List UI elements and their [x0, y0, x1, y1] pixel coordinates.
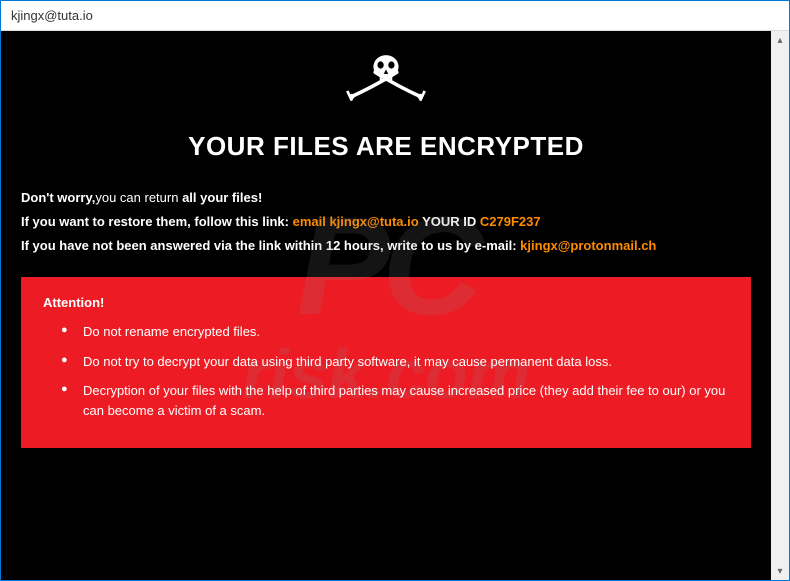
info-block: Don't worry,you can return all your file… [21, 187, 751, 257]
content-area: PC risk.com [1, 31, 789, 580]
list-item: Decryption of your files with the help o… [61, 381, 729, 420]
user-id: C279F237 [480, 214, 541, 229]
info-line-2: If you want to restore them, follow this… [21, 211, 751, 233]
info-line-1: Don't worry,you can return all your file… [21, 187, 751, 209]
scroll-down-icon[interactable]: ▾ [771, 562, 789, 580]
secondary-email: kjingx@protonmail.ch [520, 238, 656, 253]
scroll-up-icon[interactable]: ▴ [771, 31, 789, 49]
attention-box: Attention! Do not rename encrypted files… [21, 277, 751, 448]
skull-crossbones-icon [341, 46, 431, 111]
skull-logo [21, 46, 751, 116]
vertical-scrollbar[interactable]: ▴ ▾ [771, 31, 789, 580]
titlebar: kjingx@tuta.io [1, 1, 789, 31]
page-title: YOUR FILES ARE ENCRYPTED [21, 131, 751, 162]
info-line-3: If you have not been answered via the li… [21, 235, 751, 257]
list-item: Do not rename encrypted files. [61, 322, 729, 342]
primary-email: kjingx@tuta.io [329, 214, 418, 229]
attention-title: Attention! [43, 295, 729, 310]
list-item: Do not try to decrypt your data using th… [61, 352, 729, 372]
main-content: PC risk.com [1, 31, 771, 580]
attention-list: Do not rename encrypted files. Do not tr… [43, 322, 729, 420]
window-title: kjingx@tuta.io [11, 8, 93, 23]
